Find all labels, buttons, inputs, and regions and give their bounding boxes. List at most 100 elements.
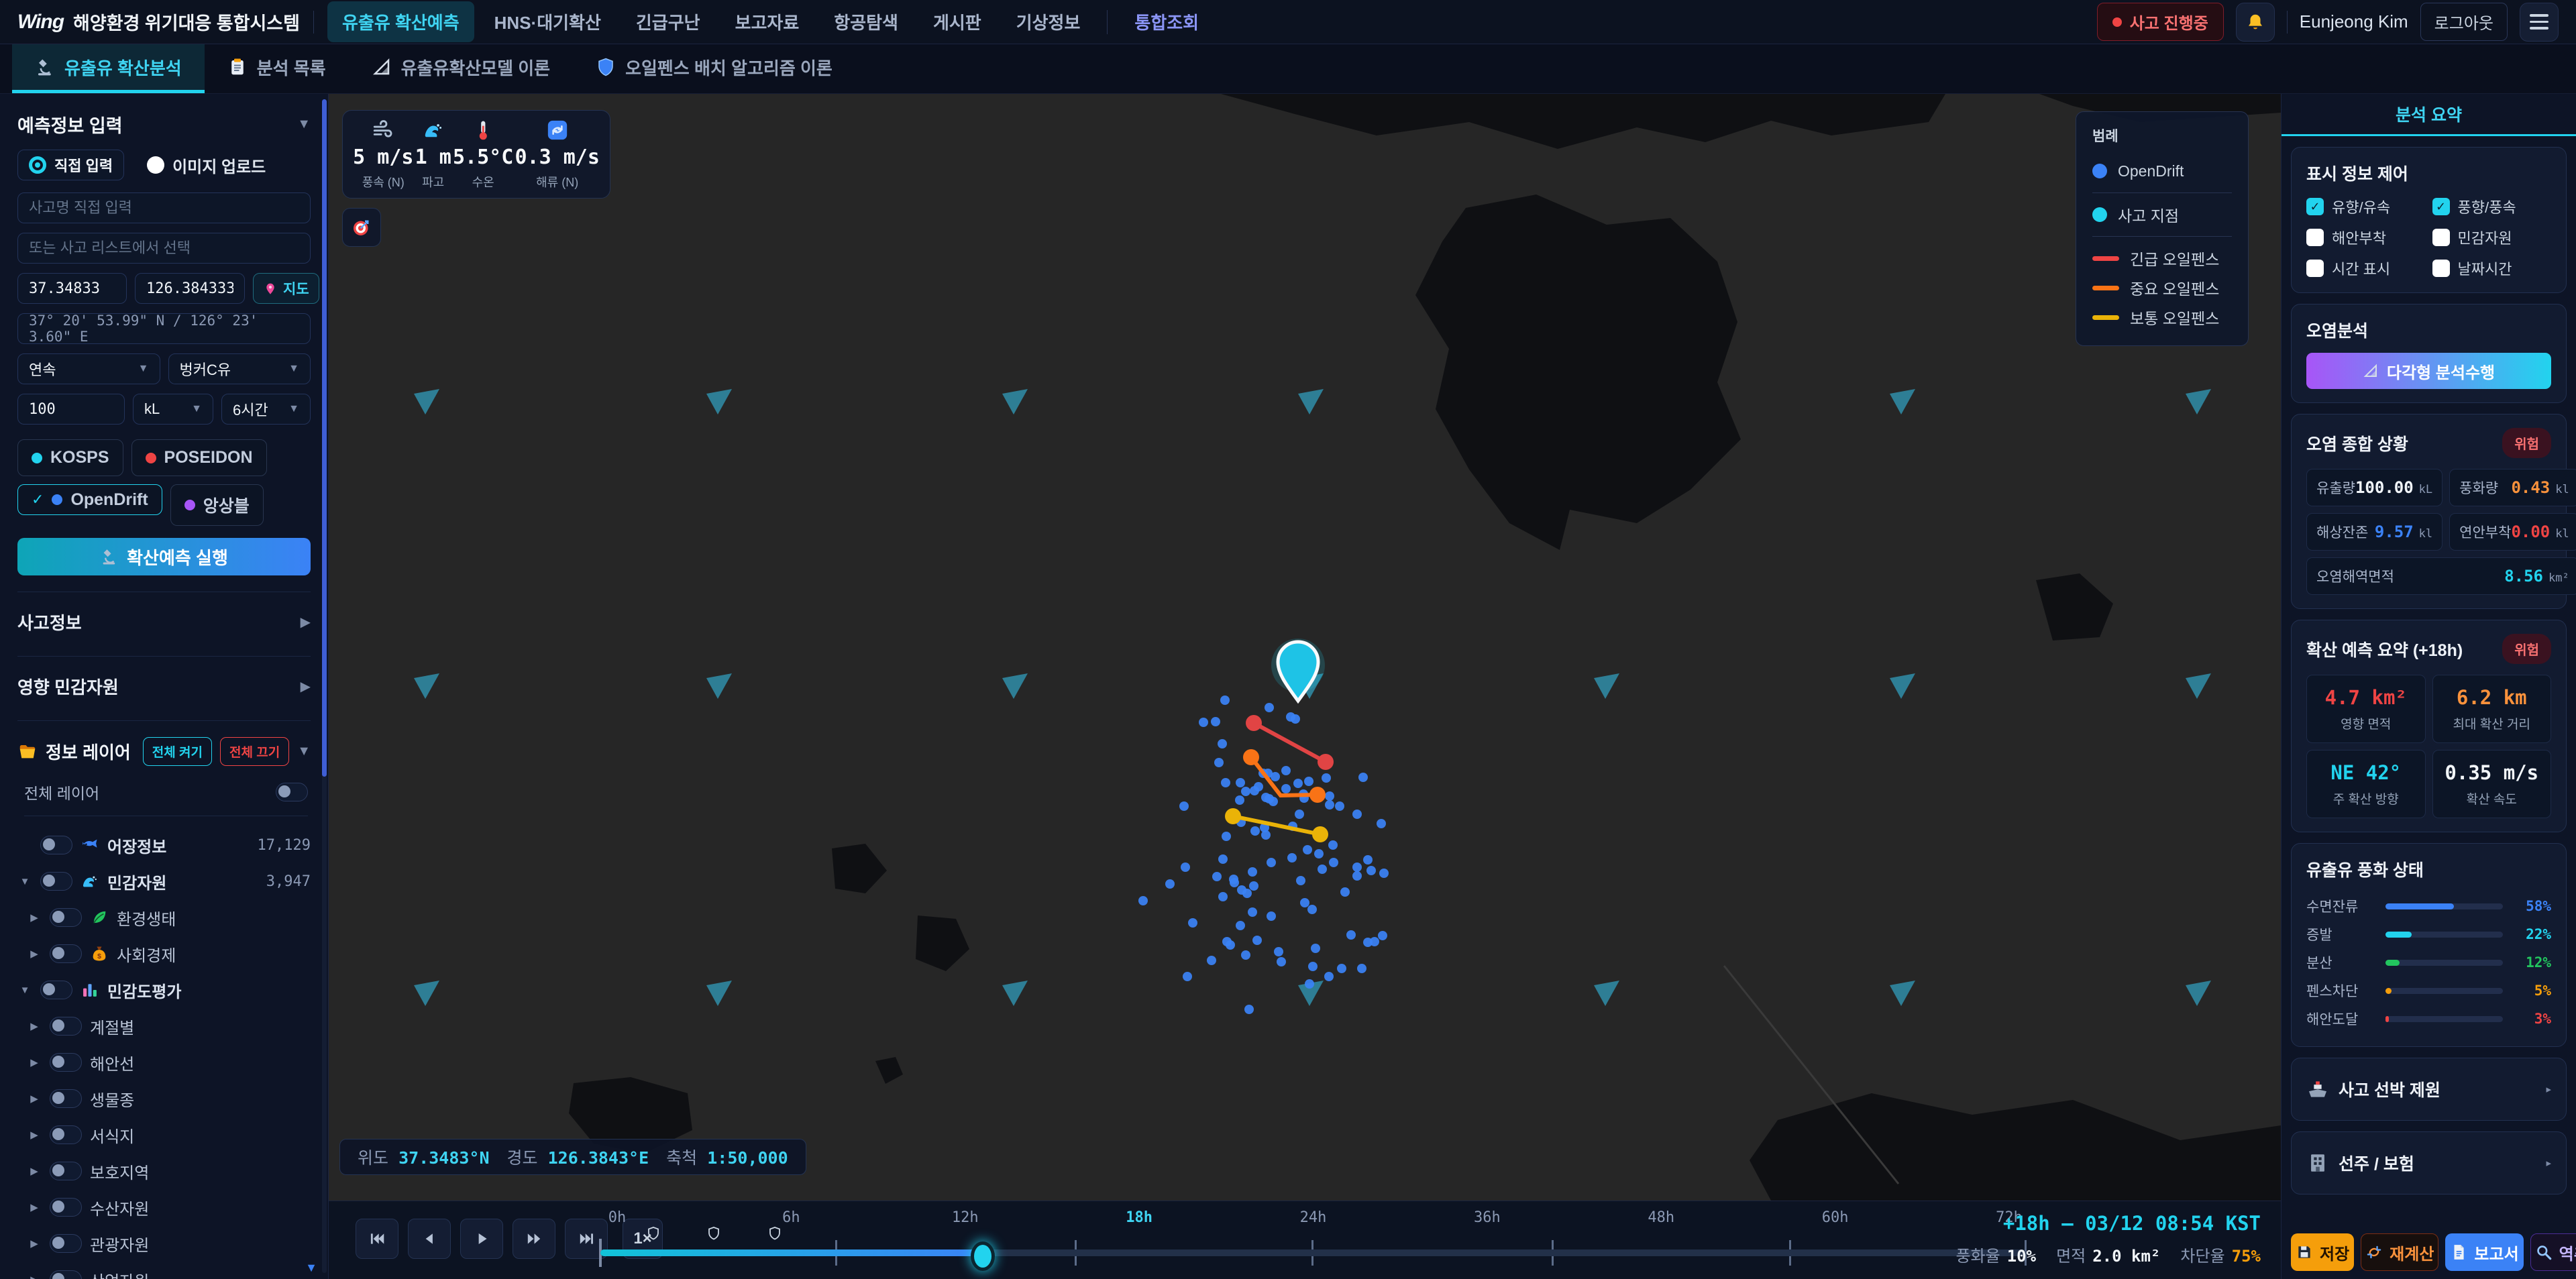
tab-4[interactable]: 오일펜스 배치 알고리즘 이론 — [573, 44, 855, 93]
tab-1[interactable]: 유출유 확산분석 — [12, 44, 205, 93]
layer-toggle[interactable] — [50, 1270, 82, 1279]
chevron-right-icon[interactable]: ▶ — [27, 1093, 42, 1105]
chevron-right-icon[interactable]: ▶ — [27, 911, 42, 924]
fold-card-1[interactable]: 사고 선박 제원▸ — [2291, 1058, 2567, 1121]
analysis-summary-panel: 분석 요약 표시 정보 제어 ✓유향/유속✓풍향/풍속해안부착민감자원시간 표시… — [2281, 94, 2576, 1279]
chevron-right-icon[interactable]: ▶ — [27, 1056, 42, 1068]
danger-badge: 위험 — [2502, 634, 2551, 664]
display-option-2[interactable]: ✓풍향/풍속 — [2432, 196, 2552, 217]
time-label-0h[interactable]: 0h — [608, 1209, 627, 1226]
model-chip-poseidon[interactable]: POSEIDON — [131, 439, 267, 476]
재계산-button[interactable]: 재계산 — [2361, 1233, 2438, 1271]
pick-on-map-button[interactable]: 지도 — [253, 273, 319, 304]
layer-toggle[interactable] — [50, 1017, 82, 1036]
layer-toggle[interactable] — [50, 1162, 82, 1180]
duration-select[interactable]: 6시간▼ — [221, 394, 311, 425]
nav-item-3[interactable]: 긴급구난 — [621, 1, 715, 42]
chevron-right-icon[interactable]: ▶ — [27, 1165, 42, 1177]
layer-toggle[interactable] — [40, 872, 72, 891]
section-2[interactable]: 영향 민감자원▶ — [17, 656, 311, 716]
layer-row-9: ▶ 서식지 — [17, 1117, 311, 1153]
latitude-input[interactable] — [17, 273, 127, 304]
layer-label: 서식지 — [90, 1123, 311, 1147]
time-label-60h[interactable]: 60h — [1822, 1209, 1849, 1226]
layer-toggle[interactable] — [40, 836, 72, 854]
chevron-right-icon[interactable]: ▶ — [27, 1020, 42, 1032]
display-option-3[interactable]: 해안부착 — [2306, 227, 2426, 248]
incident-name-input[interactable] — [17, 192, 311, 223]
tab-2[interactable]: 분석 목록 — [205, 44, 349, 93]
scrollbar-thumb[interactable] — [322, 99, 327, 777]
nav-item-5[interactable]: 항공탐색 — [819, 1, 913, 42]
layer-label: 관광자원 — [90, 1232, 311, 1256]
chevron-right-icon[interactable]: ▶ — [27, 1201, 42, 1213]
notifications-button[interactable] — [2236, 3, 2275, 42]
저장-button[interactable]: 저장 — [2291, 1233, 2354, 1271]
time-label-24h[interactable]: 24h — [1300, 1209, 1327, 1226]
layer-toggle[interactable] — [50, 1234, 82, 1253]
polygon-analysis-button[interactable]: 다각형 분석수행 — [2306, 353, 2551, 389]
nav-item-4[interactable]: 보고자료 — [720, 1, 814, 42]
역추적-button[interactable]: 역추적 — [2530, 1233, 2576, 1271]
display-option-5[interactable]: 시간 표시 — [2306, 258, 2426, 279]
display-option-1[interactable]: ✓유향/유속 — [2306, 196, 2426, 217]
radio-image-upload[interactable]: 이미지 업로드 — [147, 154, 266, 177]
fold-card-2[interactable]: 선주 / 보험▸ — [2291, 1131, 2567, 1194]
tab-3[interactable]: 유출유확산모델 이론 — [349, 44, 574, 93]
layer-toggle[interactable] — [50, 1053, 82, 1072]
legend-item: 중요 오일펜스 — [2092, 273, 2232, 302]
chevron-right-icon[interactable]: ▶ — [27, 1274, 42, 1279]
nav-item-8[interactable]: 통합조회 — [1120, 1, 1214, 42]
longitude-input[interactable] — [135, 273, 245, 304]
layer-toggle[interactable] — [50, 1198, 82, 1217]
layer-toggle[interactable] — [50, 944, 82, 963]
chevron-right-icon[interactable]: ▶ — [27, 1237, 42, 1249]
panel-title-row[interactable]: 예측정보 입력 ▼ — [17, 111, 311, 137]
layer-toggle[interactable] — [40, 981, 72, 999]
보고서-button[interactable]: 보고서 — [2445, 1233, 2523, 1271]
time-label-36h[interactable]: 36h — [1474, 1209, 1501, 1226]
map-legend: 범례OpenDrift사고 지점긴급 오일펜스중요 오일펜스보통 오일펜스 — [2076, 111, 2249, 346]
chevron-down-icon[interactable]: ▼ — [17, 876, 32, 887]
all-layers-on-button[interactable]: 전체 켜기 — [143, 737, 212, 766]
spill-type-select[interactable]: 연속▼ — [17, 353, 160, 384]
display-option-6[interactable]: 날짜시간 — [2432, 258, 2552, 279]
all-layers-off-button[interactable]: 전체 끄기 — [220, 737, 289, 766]
layer-toggle[interactable] — [50, 1089, 82, 1108]
time-label-18h[interactable]: 18h — [1126, 1209, 1152, 1226]
timeline-stat-2: 면적2.0 km² — [2056, 1243, 2160, 1266]
map-canvas[interactable]: 5 m/s풍속 (N)1 m파고5.5°C수온0.3 m/s해류 (N) 범례O… — [329, 94, 2281, 1201]
time-label-12h[interactable]: 12h — [952, 1209, 979, 1226]
chevron-right-icon[interactable]: ▶ — [27, 1129, 42, 1141]
master-layer-toggle[interactable] — [276, 783, 308, 801]
run-prediction-button[interactable]: 확산예측 실행 — [17, 538, 311, 575]
layer-toggle[interactable] — [50, 908, 82, 927]
amount-input[interactable] — [17, 394, 125, 425]
logout-button[interactable]: 로그아웃 — [2420, 3, 2508, 41]
layer-toggle[interactable] — [50, 1125, 82, 1144]
slider-thumb[interactable] — [971, 1241, 995, 1271]
divider — [2287, 11, 2288, 34]
toggle-knob — [43, 875, 55, 887]
oil-type-select[interactable]: 벙커C유▼ — [168, 353, 311, 384]
display-option-4[interactable]: 민감자원 — [2432, 227, 2552, 248]
chevron-right-icon[interactable]: ▶ — [27, 948, 42, 960]
time-label-48h[interactable]: 48h — [1648, 1209, 1674, 1226]
section-1[interactable]: 사고정보▶ — [17, 592, 311, 652]
model-chip-앙상블[interactable]: 앙상블 — [170, 484, 264, 526]
radio-direct-input[interactable]: 직접 입력 — [17, 150, 124, 180]
unit-select[interactable]: kL▼ — [133, 394, 213, 425]
model-chip-kosps[interactable]: KOSPS — [17, 439, 123, 476]
stat-value-wrap: 0.43kl — [2511, 478, 2569, 497]
center-incident-button[interactable] — [342, 208, 381, 247]
nav-item-7[interactable]: 기상정보 — [1002, 1, 1095, 42]
time-label-6h[interactable]: 6h — [782, 1209, 800, 1226]
legend-title: 범례 — [2092, 125, 2232, 146]
nav-item-1[interactable]: 유출유 확산예측 — [327, 1, 474, 42]
nav-item-2[interactable]: HNS·대기확산 — [480, 1, 616, 42]
nav-item-6[interactable]: 게시판 — [918, 1, 996, 42]
model-chip-opendrift[interactable]: ✓OpenDrift — [17, 484, 162, 515]
menu-button[interactable] — [2520, 3, 2559, 42]
chevron-down-icon[interactable]: ▼ — [17, 985, 32, 996]
incident-list-input[interactable] — [17, 233, 311, 264]
